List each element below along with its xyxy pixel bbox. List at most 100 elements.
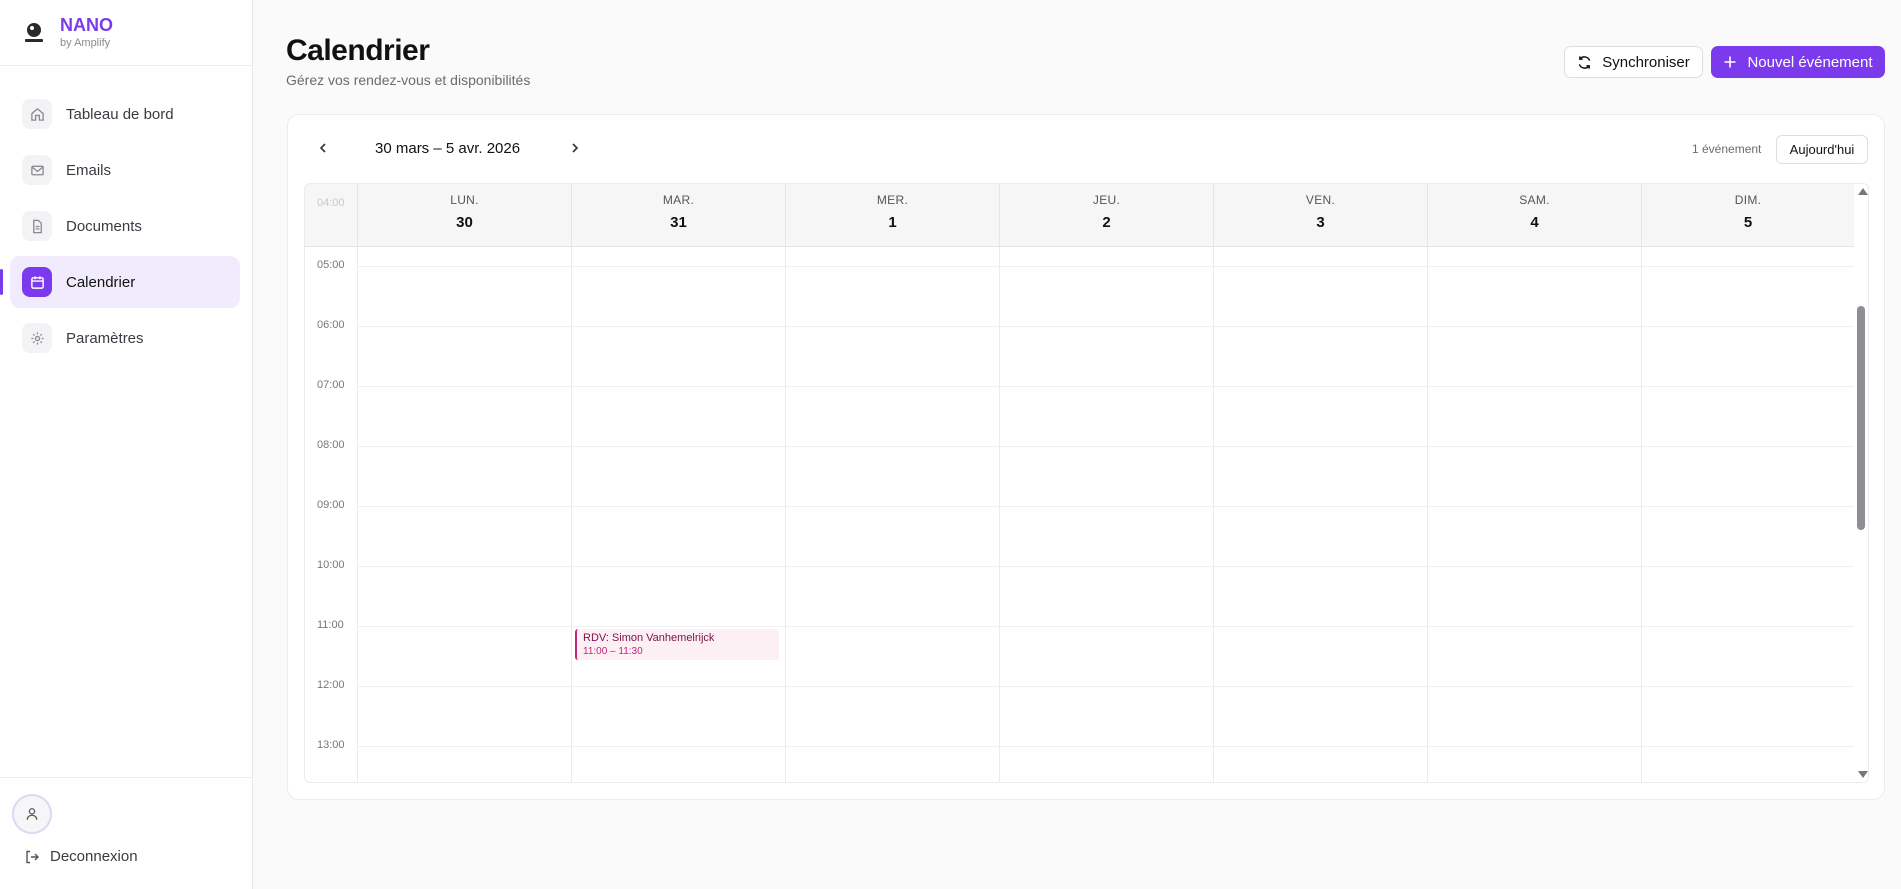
hour-label: 10:00: [317, 559, 345, 571]
scroll-down-arrow-icon[interactable]: [1858, 771, 1868, 778]
logout-icon: [26, 850, 39, 863]
sidebar-item-label: Tableau de bord: [66, 105, 174, 123]
hour-gridline: [357, 446, 1854, 447]
hour-gridline: [357, 386, 1854, 387]
event-time: 11:00 – 11:30: [583, 646, 643, 657]
day-name: DIM.: [1734, 193, 1762, 207]
day-number: 5: [1743, 214, 1753, 231]
page-title: Calendrier: [286, 34, 430, 67]
day-header-thu[interactable]: JEU. 2: [999, 184, 1213, 247]
hour-label: 06:00: [317, 319, 345, 331]
day-header-sat[interactable]: SAM. 4: [1427, 184, 1641, 247]
user-icon: [26, 808, 38, 820]
day-header-sun[interactable]: DIM. 5: [1641, 184, 1854, 247]
week-range-label: 30 mars – 5 avr. 2026: [375, 140, 521, 157]
sidebar-footer: Deconnexion: [0, 777, 252, 889]
day-name: JEU.: [1092, 193, 1121, 207]
hour-gridline: [357, 566, 1854, 567]
sidebar-item-label: Calendrier: [66, 273, 136, 291]
brand-tagline: by Amplify: [60, 37, 111, 49]
week-grid: 04:00 LUN. 30 MAR. 31 MER. 1 JEU. 2 VEN.…: [304, 183, 1869, 783]
hour-gridline: [357, 686, 1854, 687]
new-event-label: Nouvel événement: [1747, 53, 1873, 71]
hour-label: 12:00: [317, 679, 345, 691]
hour-gridline: [357, 626, 1854, 627]
sync-button[interactable]: Synchroniser: [1564, 46, 1703, 78]
sidebar-item-label: Emails: [66, 161, 112, 179]
sidebar-item-calendar[interactable]: Calendrier: [0, 256, 240, 308]
day-header-tue[interactable]: MAR. 31: [571, 184, 785, 247]
mail-icon: [22, 155, 52, 185]
day-column[interactable]: [1641, 247, 1854, 782]
calendar-icon: [22, 267, 52, 297]
day-number: 3: [1316, 214, 1325, 231]
time-gutter-header: 04:00: [305, 184, 357, 247]
hour-gridline: [357, 746, 1854, 747]
event-count: 1 événement: [1692, 142, 1762, 156]
brand: NANO by Amplify: [0, 0, 252, 66]
sidebar-item-label: Paramètres: [66, 329, 144, 347]
day-number: 4: [1530, 214, 1539, 231]
day-number: 1: [888, 214, 897, 231]
hour-label: 11:00: [317, 619, 344, 631]
hour-label: 08:00: [317, 439, 345, 451]
calendar-toolbar: 30 mars – 5 avr. 2026 1 événement Aujour…: [288, 115, 1884, 181]
day-name: MER.: [876, 193, 909, 207]
today-button[interactable]: Aujourd'hui: [1776, 135, 1868, 164]
new-event-button[interactable]: Nouvel événement: [1711, 46, 1885, 78]
gear-icon: [22, 323, 52, 353]
day-header-wed[interactable]: MER. 1: [785, 184, 999, 247]
sync-label: Synchroniser: [1602, 53, 1690, 71]
day-name: MAR.: [662, 193, 695, 207]
event-title: RDV: Simon Vanhemelrijck: [583, 632, 715, 644]
page-subtitle: Gérez vos rendez-vous et disponibilités: [286, 72, 531, 88]
sidebar-item-label: Documents: [66, 217, 142, 235]
day-header-fri[interactable]: VEN. 3: [1213, 184, 1427, 247]
vertical-scrollbar[interactable]: [1854, 184, 1868, 782]
home-icon: [22, 99, 52, 129]
sidebar-item-dashboard[interactable]: Tableau de bord: [10, 88, 240, 140]
week-grid-body[interactable]: 05:00 06:00 07:00 08:00 09:00 10:00 11:0…: [305, 247, 1854, 782]
day-number: 30: [456, 214, 473, 231]
day-column[interactable]: [785, 247, 999, 782]
calendar-event[interactable]: RDV: Simon Vanhemelrijck 11:00 – 11:30: [575, 629, 779, 660]
next-week-button[interactable]: [564, 137, 586, 159]
hour-label: 05:00: [317, 259, 345, 271]
refresh-icon: [1578, 55, 1591, 69]
day-column[interactable]: [571, 247, 785, 782]
day-name: VEN.: [1305, 193, 1336, 207]
sidebar: NANO by Amplify Tableau de bord Emails D…: [0, 0, 253, 889]
day-column[interactable]: [999, 247, 1213, 782]
document-icon: [22, 211, 52, 241]
day-column[interactable]: [1427, 247, 1641, 782]
day-name: LUN.: [450, 193, 479, 207]
day-header-mon[interactable]: LUN. 30: [357, 184, 571, 247]
main-content: Calendrier Gérez vos rendez-vous et disp…: [254, 0, 1901, 889]
logout-button[interactable]: Deconnexion: [24, 848, 138, 865]
partial-hour-label: 04:00: [317, 197, 345, 209]
day-name: SAM.: [1519, 193, 1550, 207]
sidebar-nav: Tableau de bord Emails Documents Calendr…: [0, 66, 252, 364]
scrollbar-thumb[interactable]: [1857, 306, 1865, 530]
avatar[interactable]: [12, 794, 52, 834]
hour-gridline: [357, 266, 1854, 267]
hour-gridline: [357, 326, 1854, 327]
hour-label: 09:00: [317, 499, 345, 511]
calendar-card: 30 mars – 5 avr. 2026 1 événement Aujour…: [287, 114, 1885, 800]
day-column[interactable]: [1213, 247, 1427, 782]
chevron-left-icon: [319, 143, 326, 153]
day-column[interactable]: [357, 247, 571, 782]
day-number: 2: [1102, 214, 1111, 231]
plus-icon: [1724, 56, 1736, 68]
previous-week-button[interactable]: [312, 137, 334, 159]
chevron-right-icon: [572, 143, 579, 153]
brand-name: NANO: [60, 15, 113, 35]
hour-label: 07:00: [317, 379, 345, 391]
sidebar-item-emails[interactable]: Emails: [10, 144, 240, 196]
sidebar-item-documents[interactable]: Documents: [10, 200, 240, 252]
brand-logo-icon: [20, 19, 48, 47]
hour-gridline: [357, 506, 1854, 507]
scroll-up-arrow-icon[interactable]: [1858, 188, 1868, 195]
sidebar-item-settings[interactable]: Paramètres: [10, 312, 240, 364]
hour-label: 13:00: [317, 739, 345, 751]
